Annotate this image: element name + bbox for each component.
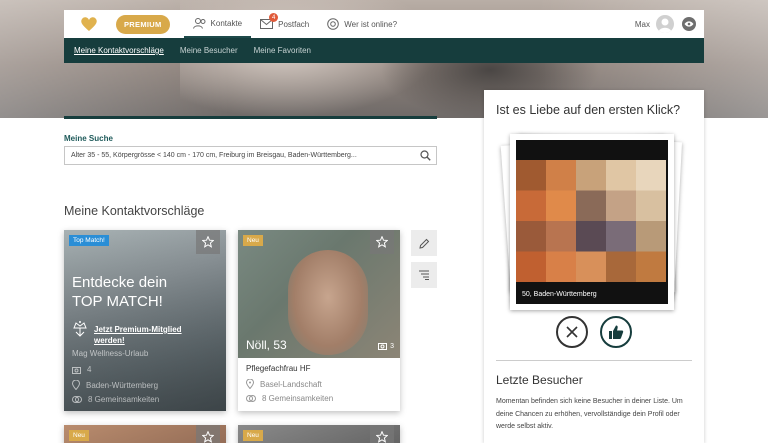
- profile-card[interactable]: Neu Nöll, 53 3 Pflegefachfrau HF Basel-L…: [238, 230, 400, 411]
- favorite-star-icon[interactable]: [370, 230, 394, 254]
- profile-card[interactable]: Neu: [238, 425, 400, 443]
- panel-divider: [496, 360, 692, 361]
- online-icon: [327, 18, 340, 30]
- divider: [64, 116, 437, 119]
- new-tag: Neu: [243, 235, 263, 246]
- favorite-star-icon[interactable]: [370, 425, 394, 443]
- nav-kontakte[interactable]: Kontakte: [183, 10, 252, 38]
- match-game-title: Ist es Liebe auf den ersten Klick?: [496, 103, 681, 117]
- section-title: Meine Kontaktvorschläge: [64, 204, 205, 218]
- meta-interest: Mag Wellness-Urlaub: [72, 349, 149, 358]
- nav-postfach-label: Postfach: [278, 19, 310, 29]
- meta-common: 8 Gemeinsamkeiten: [72, 395, 159, 404]
- thumbs-up-icon: [609, 325, 624, 339]
- crown-icon: [73, 321, 87, 337]
- top-match-title: Entdecke dein TOP MATCH!: [72, 274, 168, 310]
- subnav-favoriten[interactable]: Meine Favoriten: [254, 46, 311, 55]
- photo-count: 3: [378, 342, 394, 350]
- match-photo-caption: 50, Baden-Württemberg: [522, 291, 597, 298]
- user-menu[interactable]: Max: [635, 15, 674, 33]
- premium-upsell[interactable]: Jetzt Premium-Mitglied werden!: [72, 320, 182, 346]
- search-label: Meine Suche: [64, 134, 113, 143]
- dislike-button[interactable]: [556, 316, 588, 348]
- camera-icon: [378, 343, 388, 350]
- sort-icon: [419, 270, 429, 280]
- like-button[interactable]: [600, 316, 632, 348]
- favorite-star-icon[interactable]: [196, 230, 220, 254]
- camera-icon: [72, 366, 81, 374]
- new-tag: Neu: [243, 430, 263, 441]
- visitors-title: Letzte Besucher: [496, 373, 583, 387]
- new-tag: Neu: [69, 430, 89, 441]
- location-pin-icon: [246, 379, 254, 389]
- profile-card[interactable]: Neu: [64, 425, 226, 443]
- location-pin-icon: [72, 380, 80, 390]
- profile-name: Nöll, 53: [246, 338, 287, 352]
- heart-logo-icon[interactable]: [80, 15, 98, 33]
- meta-photos: 4: [72, 365, 91, 374]
- subnav-besucher[interactable]: Meine Besucher: [180, 46, 238, 55]
- profile-info: Pflegefachfrau HF Basel-Landschaft 8 Gem…: [238, 358, 400, 411]
- premium-button[interactable]: PREMIUM: [116, 14, 170, 34]
- top-match-card[interactable]: Top Match! Entdecke dein TOP MATCH! Jetz…: [64, 230, 226, 411]
- top-match-tag: Top Match!: [69, 235, 109, 246]
- search-icon[interactable]: [420, 150, 431, 161]
- subnav-kontaktvorschlaege[interactable]: Meine Kontaktvorschläge: [74, 46, 164, 55]
- common-interests-icon: [72, 396, 82, 403]
- match-photo-card[interactable]: 50, Baden-Württemberg: [510, 134, 674, 310]
- nav-online[interactable]: Wer ist online?: [318, 10, 406, 38]
- common-interests-icon: [246, 395, 256, 402]
- sub-navbar: Meine Kontaktvorschläge Meine Besucher M…: [64, 38, 704, 63]
- pencil-icon: [418, 238, 429, 249]
- avatar: [656, 15, 674, 33]
- profile-job: Pflegefachfrau HF: [246, 364, 311, 373]
- meta-location: Baden-Württemberg: [72, 380, 158, 390]
- pixelated-profile-photo: [516, 160, 666, 282]
- top-navbar: PREMIUM Kontakte 4 Postfach Wer ist onli…: [64, 10, 704, 38]
- nav-kontakte-label: Kontakte: [210, 18, 243, 28]
- favorite-star-icon[interactable]: [196, 425, 220, 443]
- search-input[interactable]: Alter 35 - 55, Körpergrösse < 140 cm - 1…: [64, 146, 437, 165]
- visitors-text: Momentan befinden sich keine Besucher in…: [496, 398, 683, 430]
- premium-link[interactable]: Jetzt Premium-Mitglied werden!: [94, 324, 182, 346]
- contacts-icon: [192, 17, 206, 29]
- user-name: Max: [634, 19, 650, 29]
- visibility-eye-icon[interactable]: [682, 17, 696, 31]
- profile-common: 8 Gemeinsamkeiten: [246, 394, 392, 403]
- nav-postfach[interactable]: 4 Postfach: [251, 10, 318, 38]
- search-value: Alter 35 - 55, Körpergrösse < 140 cm - 1…: [71, 152, 357, 159]
- sort-button[interactable]: [411, 262, 437, 288]
- nav-online-label: Wer ist online?: [344, 19, 398, 29]
- profile-location: Basel-Landschaft: [246, 379, 392, 389]
- edit-search-button[interactable]: [411, 230, 437, 256]
- mail-badge: 4: [269, 13, 279, 22]
- match-game-panel: Ist es Liebe auf den ersten Klick? 50, B…: [484, 90, 704, 443]
- close-icon: [566, 326, 578, 338]
